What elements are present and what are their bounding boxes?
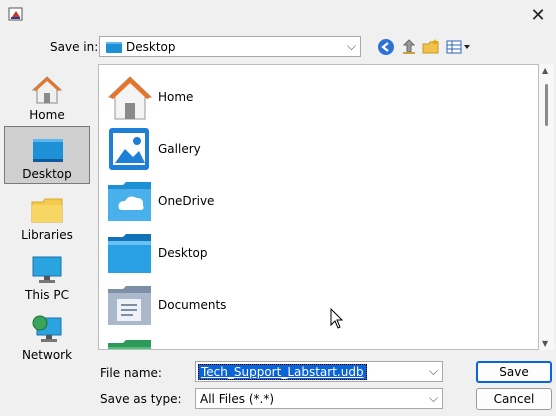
close-icon: ✕ bbox=[530, 4, 546, 26]
chevron-down-icon[interactable]: ⌵ bbox=[429, 364, 438, 379]
list-item[interactable]: Desktop bbox=[107, 227, 527, 279]
file-name: Desktop bbox=[158, 246, 208, 260]
file-name-label: File name: bbox=[100, 366, 162, 380]
save-as-type-dropdown[interactable]: All Files (*.*) ⌵ bbox=[195, 388, 443, 409]
mouse-cursor-icon bbox=[330, 308, 344, 329]
new-folder-icon[interactable] bbox=[421, 38, 441, 56]
onedrive-folder-icon bbox=[108, 182, 151, 221]
this-pc-icon bbox=[32, 256, 62, 283]
desktop-icon bbox=[33, 139, 63, 162]
file-name: OneDrive bbox=[158, 194, 215, 208]
save-in-label: Save in: bbox=[50, 40, 99, 54]
view-menu-icon[interactable] bbox=[446, 40, 472, 54]
libraries-icon bbox=[31, 198, 63, 223]
java-app-icon bbox=[8, 7, 23, 21]
file-name-value[interactable]: Tech_Support_Labstart.udb bbox=[198, 364, 367, 380]
title-bar bbox=[0, 0, 556, 30]
list-item[interactable]: Gallery bbox=[107, 123, 527, 175]
save-in-dropdown[interactable]: Desktop ⌵ bbox=[99, 36, 361, 57]
place-libraries[interactable]: Libraries bbox=[4, 188, 90, 246]
file-list[interactable]: Home Gallery OneDrive Desktop Documents bbox=[98, 64, 539, 350]
list-item[interactable]: Documents bbox=[107, 279, 527, 331]
file-list-scrollbar[interactable]: ▲ ▼ bbox=[539, 64, 554, 350]
desktop-folder-icon bbox=[108, 234, 151, 273]
gallery-icon bbox=[109, 128, 149, 170]
documents-folder-icon bbox=[108, 286, 151, 325]
file-name-field[interactable]: Tech_Support_Labstart.udb ⌵ bbox=[195, 361, 443, 382]
scroll-up-icon[interactable]: ▲ bbox=[542, 66, 548, 75]
place-network[interactable]: Network bbox=[4, 308, 90, 366]
desktop-folder-icon bbox=[106, 42, 122, 53]
save-as-type-label: Save as type: bbox=[100, 392, 182, 406]
place-home[interactable]: Home bbox=[4, 68, 90, 126]
cancel-button[interactable]: Cancel bbox=[476, 388, 552, 410]
scroll-thumb[interactable] bbox=[545, 84, 548, 126]
up-folder-icon[interactable] bbox=[399, 38, 419, 56]
file-name: Gallery bbox=[158, 142, 201, 156]
place-this-pc[interactable]: This PC bbox=[4, 248, 90, 306]
network-icon bbox=[32, 315, 62, 342]
back-icon[interactable] bbox=[376, 38, 396, 56]
list-item[interactable]: OneDrive bbox=[107, 175, 527, 227]
home-icon bbox=[107, 76, 153, 120]
chevron-down-icon[interactable]: ⌵ bbox=[429, 391, 438, 406]
place-desktop[interactable]: Desktop bbox=[4, 126, 90, 184]
list-item-partial[interactable] bbox=[107, 331, 527, 349]
save-in-value: Desktop bbox=[126, 40, 176, 54]
file-name: Documents bbox=[158, 298, 227, 312]
chevron-down-icon: ⌵ bbox=[346, 39, 356, 53]
places-sidebar: Home Desktop Libraries This PC Network bbox=[2, 64, 94, 362]
home-icon bbox=[31, 76, 63, 104]
close-button[interactable]: ✕ bbox=[520, 0, 556, 30]
folder-icon bbox=[108, 340, 151, 349]
save-button[interactable]: Save bbox=[476, 361, 552, 383]
save-as-type-value: All Files (*.*) bbox=[200, 392, 275, 406]
file-name: Home bbox=[158, 90, 194, 104]
list-item[interactable]: Home bbox=[107, 71, 527, 123]
scroll-down-icon[interactable]: ▼ bbox=[542, 339, 548, 348]
